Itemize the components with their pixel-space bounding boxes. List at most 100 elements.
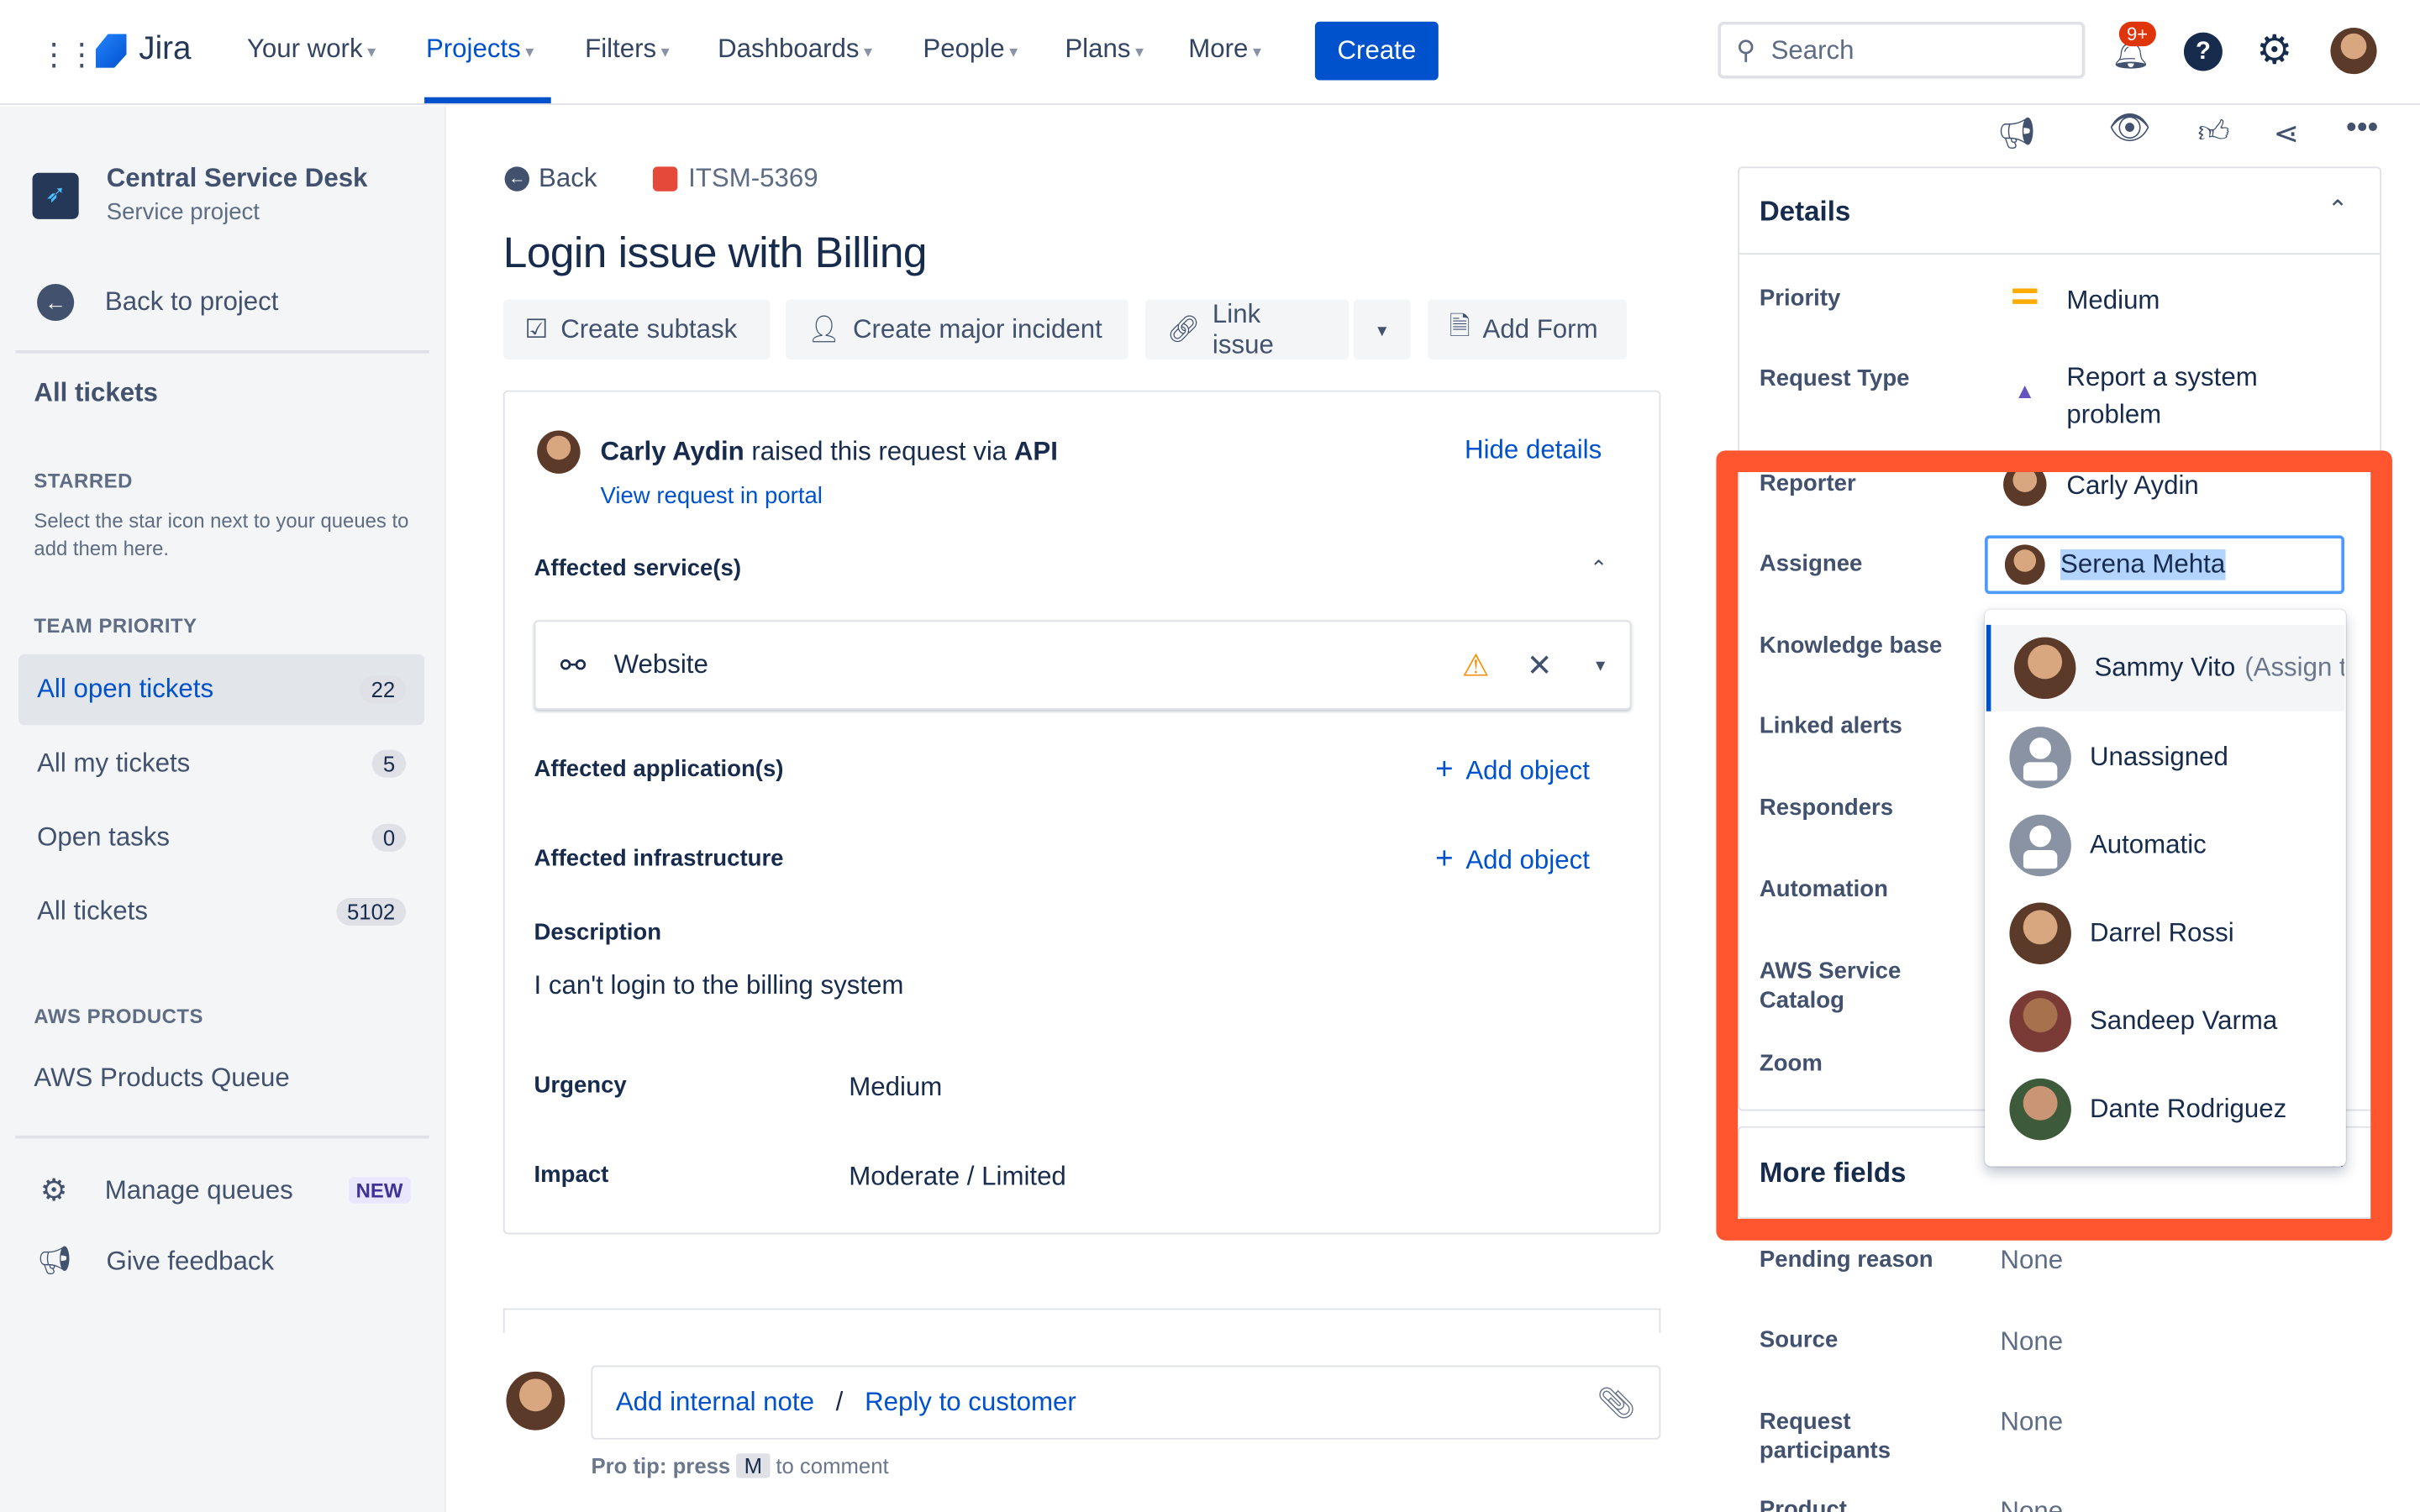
jira-logo-text[interactable]: Jira <box>139 31 191 68</box>
collapse-chevron-icon[interactable]: ⌃ <box>1590 555 1608 581</box>
nav-plans[interactable]: Plans ▾ <box>1065 34 1144 65</box>
create-button[interactable]: Create <box>1314 21 1439 81</box>
source-value[interactable]: None <box>2000 1327 2063 1358</box>
link-issue-button[interactable]: 🔗︎ Link issue <box>1144 298 1349 360</box>
details-title: Details <box>1759 196 1851 228</box>
starred-heading: STARRED <box>34 469 133 492</box>
create-major-incident-button[interactable]: 👤︎ Create major incident <box>785 299 1128 360</box>
reporter-label: Reporter <box>1759 470 1856 497</box>
nav-projects[interactable]: Projects ▾ <box>426 34 534 65</box>
responders-label: Responders <box>1759 794 1894 822</box>
option-unassigned[interactable]: Unassigned <box>1986 713 2344 801</box>
priority-value[interactable]: Medium <box>2066 286 2160 317</box>
avatar <box>2009 1077 2071 1140</box>
user-avatar <box>506 1371 566 1431</box>
settings-icon[interactable]: ⚙ <box>2256 26 2292 74</box>
assignee-label: Assignee <box>1759 550 1863 577</box>
attachment-icon[interactable]: 📎︎ <box>1597 1383 1636 1422</box>
pro-tip: Pro tip: press M to comment <box>591 1453 889 1478</box>
queue-all-tickets[interactable]: All tickets 5102 <box>18 876 424 947</box>
issue-title: Login issue with Billing <box>502 228 928 276</box>
watch-eye-icon[interactable]: 👁︎ <box>2108 108 2151 149</box>
raised-line: Carly Aydin raised this request via API <box>600 436 1058 466</box>
request-participants-label: Request participants <box>1759 1408 1891 1465</box>
create-subtask-button[interactable]: ☑ Create subtask <box>502 299 771 360</box>
plus-icon: + <box>1435 842 1454 877</box>
nav-dashboards[interactable]: Dashboards ▾ <box>718 34 872 65</box>
impact-value: Moderate / Limited <box>849 1162 1066 1191</box>
starred-hint: Select the star icon next to your queues… <box>34 509 409 560</box>
option-darrel-rossi[interactable]: Darrel Rossi <box>1986 889 2344 977</box>
queue-open-tasks[interactable]: Open tasks 0 <box>18 802 424 873</box>
description-label: Description <box>534 919 662 946</box>
default-avatar-icon <box>2009 726 2071 788</box>
help-icon[interactable]: ? <box>2183 32 2223 71</box>
feedback-megaphone-icon[interactable]: 📢︎ <box>1997 114 2037 153</box>
subtask-icon: ☑ <box>524 313 549 344</box>
notifications-badge: 9+ <box>2118 21 2156 47</box>
add-form-button[interactable]: 🗎 Add Form <box>1427 299 1627 360</box>
new-badge: NEW <box>348 1177 411 1204</box>
back-button[interactable]: ← Back <box>504 164 597 195</box>
option-dante-rodriguez[interactable]: Dante Rodriguez <box>1986 1064 2344 1152</box>
chevron-down-icon[interactable]: ▾ <box>1596 654 1605 676</box>
queue-aws-products[interactable]: AWS Products Queue <box>34 1063 289 1095</box>
reply-to-customer-link[interactable]: Reply to customer <box>865 1387 1076 1418</box>
option-sandeep-varma[interactable]: Sandeep Varma <box>1986 977 2344 1065</box>
request-type-icon: ▲ <box>2013 378 2036 403</box>
back-arrow-icon: ← <box>37 283 75 322</box>
option-sammy-vito[interactable]: Sammy Vito(Assign to me) <box>1986 624 2345 711</box>
active-tab-indicator <box>424 97 551 104</box>
add-object-button-apps[interactable]: + Add object <box>1435 753 1590 788</box>
service-graph-icon: ⚯ <box>560 648 587 683</box>
comment-box[interactable]: Add internal note / Reply to customer 📎︎ <box>591 1365 1661 1440</box>
manage-queues-link[interactable]: ⚙ Manage queues NEW <box>40 1171 411 1210</box>
service-website-row[interactable]: ⚯ Website ⚠ ✕ ▾ <box>534 620 1632 710</box>
search-input[interactable]: ⚲ Search <box>1718 21 2086 79</box>
view-portal-link[interactable]: View request in portal <box>600 483 822 509</box>
pending-reason-label: Pending reason <box>1759 1247 1933 1273</box>
thumbs-up-icon[interactable]: 👍︎ <box>2198 114 2230 151</box>
affected-infra-label: Affected infrastructure <box>534 845 784 872</box>
megaphone-icon: 📢︎ <box>37 1245 73 1276</box>
give-feedback-link[interactable]: 📢︎ Give feedback <box>37 1245 274 1278</box>
sidebar: ➶ Central Service Desk Service project ←… <box>0 106 446 1512</box>
link-issue-dropdown[interactable]: ▾ <box>1353 299 1411 360</box>
pending-reason-value[interactable]: None <box>2000 1245 2063 1276</box>
affected-services-label: Affected service(s) <box>534 555 742 582</box>
collapse-chevron-icon[interactable]: ⌃ <box>2328 194 2349 225</box>
nav-people[interactable]: People ▾ <box>923 34 1018 65</box>
automation-label: Automation <box>1759 876 1888 903</box>
request-participants-value[interactable]: None <box>2000 1407 2063 1438</box>
chevron-down-icon: ▾ <box>1377 318 1387 341</box>
more-actions-icon[interactable]: ••• <box>2346 111 2379 146</box>
profile-avatar[interactable] <box>2330 28 2377 75</box>
default-avatar-icon <box>2009 813 2071 876</box>
divider <box>15 349 429 354</box>
description-text: I can't login to the billing system <box>534 970 904 1000</box>
urgency-value: Medium <box>849 1072 943 1102</box>
product-value[interactable]: None <box>2000 1497 2063 1512</box>
share-icon[interactable]: ⋖ <box>2274 114 2300 153</box>
reporter-value[interactable]: Carly Aydin <box>2066 470 2198 501</box>
add-internal-note-link[interactable]: Add internal note <box>616 1387 814 1418</box>
hide-details-link[interactable]: Hide details <box>1465 435 1602 466</box>
request-type-value[interactable]: Report a system problem <box>2066 360 2298 433</box>
queue-all-open-tickets[interactable]: All open tickets 22 <box>18 654 425 726</box>
back-arrow-icon: ← <box>504 166 530 192</box>
dependency-icon[interactable]: ✕ <box>1527 646 1553 685</box>
queue-all-my-tickets[interactable]: All my tickets 5 <box>18 728 424 799</box>
assignee-input[interactable]: Serena Mehta <box>1985 535 2345 595</box>
back-to-project-link[interactable]: ← Back to project <box>37 283 278 322</box>
more-fields-title: More fields <box>1759 1157 1907 1189</box>
nav-your-work[interactable]: Your work ▾ <box>247 34 376 65</box>
affected-apps-label: Affected application(s) <box>534 756 784 783</box>
nav-filters[interactable]: Filters ▾ <box>585 34 670 65</box>
option-automatic[interactable]: Automatic <box>1986 801 2344 889</box>
divider <box>15 1135 429 1139</box>
add-object-button-infra[interactable]: + Add object <box>1435 843 1590 878</box>
priority-medium-icon <box>2012 288 2038 304</box>
issue-key-link[interactable]: ITSM-5369 <box>652 164 818 195</box>
linked-alerts-label: Linked alerts <box>1759 712 1902 739</box>
nav-more[interactable]: More ▾ <box>1188 34 1261 65</box>
